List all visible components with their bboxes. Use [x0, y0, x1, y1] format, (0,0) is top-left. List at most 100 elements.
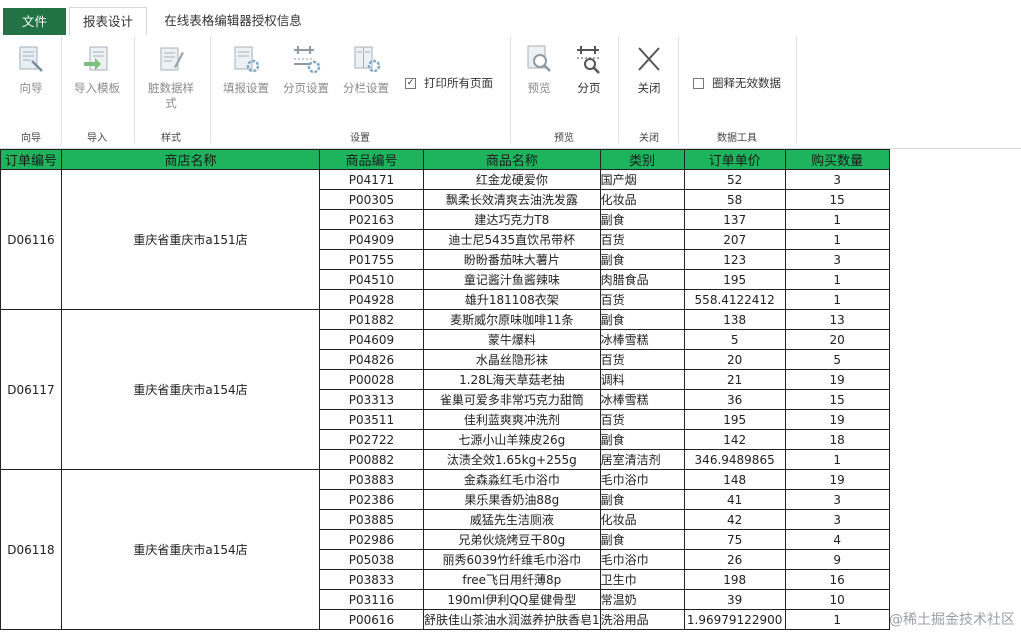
tab-license-info[interactable]: 在线表格编辑器授权信息	[153, 7, 313, 35]
category-cell[interactable]: 副食	[599, 209, 685, 230]
product-id-cell[interactable]: P01755	[319, 249, 424, 270]
quantity-cell[interactable]: 15	[784, 389, 890, 410]
unit-price-cell[interactable]: 21	[683, 369, 786, 390]
quantity-cell[interactable]: 3	[784, 169, 890, 190]
product-name-cell[interactable]: 麦斯威尔原味咖啡11条	[423, 309, 601, 330]
order-id-cell[interactable]: D06118	[0, 469, 62, 630]
header-store-name[interactable]: 商店名称	[61, 149, 320, 170]
unit-price-cell[interactable]: 5	[683, 329, 786, 350]
product-id-cell[interactable]: P05038	[319, 549, 424, 570]
product-name-cell[interactable]: free飞日用纤薄8p	[423, 569, 601, 590]
product-id-cell[interactable]: P01882	[319, 309, 424, 330]
category-cell[interactable]: 毛巾浴巾	[599, 549, 685, 570]
product-name-cell[interactable]: 雀巢可爱多非常巧克力甜筒	[423, 389, 601, 410]
header-unit-price[interactable]: 订单单价	[683, 149, 786, 170]
product-id-cell[interactable]: P04609	[319, 329, 424, 350]
quantity-cell[interactable]: 9	[784, 549, 890, 570]
product-id-cell[interactable]: P03116	[319, 589, 424, 610]
product-name-cell[interactable]: 蒙牛爆料	[423, 329, 601, 350]
store-name-cell[interactable]: 重庆省重庆市a154店	[61, 309, 320, 470]
paging-button[interactable]: 分页	[566, 43, 612, 96]
quantity-cell[interactable]: 1	[784, 209, 890, 230]
product-name-cell[interactable]: 飘柔长效清爽去油洗发露	[423, 189, 601, 210]
quantity-cell[interactable]: 19	[784, 469, 890, 490]
category-cell[interactable]: 副食	[599, 429, 685, 450]
unit-price-cell[interactable]: 75	[683, 529, 786, 550]
product-id-cell[interactable]: P00616	[319, 609, 424, 630]
category-cell[interactable]: 卫生巾	[599, 569, 685, 590]
quantity-cell[interactable]: 4	[784, 529, 890, 550]
unit-price-cell[interactable]: 207	[683, 229, 786, 250]
category-cell[interactable]: 化妆品	[599, 509, 685, 530]
header-product-id[interactable]: 商品编号	[319, 149, 424, 170]
quantity-cell[interactable]: 1	[784, 269, 890, 290]
quantity-cell[interactable]: 3	[784, 249, 890, 270]
product-name-cell[interactable]: 迪士尼5435直饮吊带杯	[423, 229, 601, 250]
product-name-cell[interactable]: 七源小山羊辣皮26g	[423, 429, 601, 450]
quantity-cell[interactable]: 1	[784, 289, 890, 310]
product-id-cell[interactable]: P04826	[319, 349, 424, 370]
product-name-cell[interactable]: 1.28L海天草菇老抽	[423, 369, 601, 390]
product-id-cell[interactable]: P02163	[319, 209, 424, 230]
quantity-cell[interactable]: 13	[784, 309, 890, 330]
quantity-cell[interactable]: 3	[784, 489, 890, 510]
unit-price-cell[interactable]: 198	[683, 569, 786, 590]
unit-price-cell[interactable]: 39	[683, 589, 786, 610]
quantity-cell[interactable]: 1	[784, 609, 890, 630]
product-name-cell[interactable]: 果乐果香奶油88g	[423, 489, 601, 510]
column-settings-button[interactable]: 分栏设置	[338, 43, 394, 96]
unit-price-cell[interactable]: 20	[683, 349, 786, 370]
product-id-cell[interactable]: P04510	[319, 269, 424, 290]
unit-price-cell[interactable]: 58	[683, 189, 786, 210]
dirty-style-button[interactable]: 脏数据样式	[141, 43, 201, 111]
store-name-cell[interactable]: 重庆省重庆市a154店	[61, 469, 320, 630]
product-id-cell[interactable]: P04171	[319, 169, 424, 190]
quantity-cell[interactable]: 15	[784, 189, 890, 210]
unit-price-cell[interactable]: 1.96979122900	[683, 609, 786, 630]
print-all-pages-checkbox[interactable]: ✓ 打印所有页面	[405, 75, 493, 91]
header-category[interactable]: 类别	[599, 149, 685, 170]
product-name-cell[interactable]: 兄弟伙烧烤豆干80g	[423, 529, 601, 550]
quantity-cell[interactable]: 3	[784, 509, 890, 530]
tab-file[interactable]: 文件	[3, 8, 66, 35]
product-id-cell[interactable]: P02386	[319, 489, 424, 510]
category-cell[interactable]: 化妆品	[599, 189, 685, 210]
category-cell[interactable]: 毛巾浴巾	[599, 469, 685, 490]
header-order-id[interactable]: 订单编号	[0, 149, 62, 170]
category-cell[interactable]: 副食	[599, 309, 685, 330]
category-cell[interactable]: 百货	[599, 409, 685, 430]
unit-price-cell[interactable]: 195	[683, 409, 786, 430]
product-id-cell[interactable]: P00882	[319, 449, 424, 470]
unit-price-cell[interactable]: 138	[683, 309, 786, 330]
product-name-cell[interactable]: 建达巧克力T8	[423, 209, 601, 230]
product-id-cell[interactable]: P03885	[319, 509, 424, 530]
category-cell[interactable]: 冰棒雪糕	[599, 389, 685, 410]
category-cell[interactable]: 副食	[599, 489, 685, 510]
unit-price-cell[interactable]: 52	[683, 169, 786, 190]
unit-price-cell[interactable]: 142	[683, 429, 786, 450]
quantity-cell[interactable]: 1	[784, 229, 890, 250]
quantity-cell[interactable]: 10	[784, 589, 890, 610]
category-cell[interactable]: 国产烟	[599, 169, 685, 190]
product-name-cell[interactable]: 汰渍全效1.65kg+255g	[423, 449, 601, 470]
product-name-cell[interactable]: 丽秀6039竹纤维毛巾浴巾	[423, 549, 601, 570]
product-name-cell[interactable]: 金森淼红毛巾浴巾	[423, 469, 601, 490]
product-id-cell[interactable]: P00028	[319, 369, 424, 390]
unit-price-cell[interactable]: 195	[683, 269, 786, 290]
product-id-cell[interactable]: P02722	[319, 429, 424, 450]
product-name-cell[interactable]: 舒肤佳山茶油水润滋养护肤香皂1	[423, 609, 601, 630]
unit-price-cell[interactable]: 123	[683, 249, 786, 270]
product-name-cell[interactable]: 水晶丝隐形袜	[423, 349, 601, 370]
category-cell[interactable]: 肉腊食品	[599, 269, 685, 290]
store-name-cell[interactable]: 重庆省重庆市a151店	[61, 169, 320, 310]
unit-price-cell[interactable]: 558.4122412	[683, 289, 786, 310]
quantity-cell[interactable]: 5	[784, 349, 890, 370]
header-product-name[interactable]: 商品名称	[423, 149, 601, 170]
order-id-cell[interactable]: D06117	[0, 309, 62, 470]
quantity-cell[interactable]: 1	[784, 449, 890, 470]
tab-report-design[interactable]: 报表设计	[69, 7, 147, 36]
product-id-cell[interactable]: P03313	[319, 389, 424, 410]
product-id-cell[interactable]: P03883	[319, 469, 424, 490]
quantity-cell[interactable]: 20	[784, 329, 890, 350]
unit-price-cell[interactable]: 148	[683, 469, 786, 490]
